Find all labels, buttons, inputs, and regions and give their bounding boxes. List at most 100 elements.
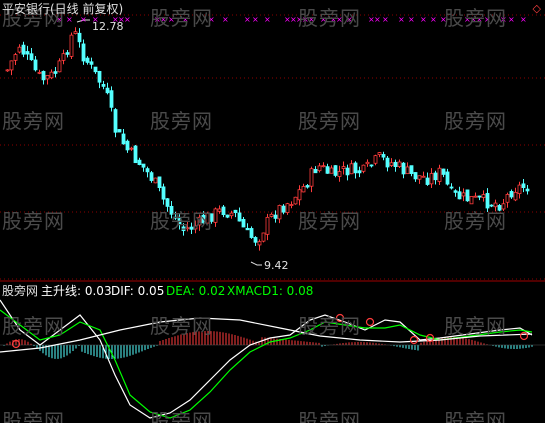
candle-body	[261, 232, 266, 242]
candle-body	[433, 172, 438, 181]
candle-body	[217, 208, 222, 212]
candle-body	[241, 218, 246, 228]
candle-body	[29, 53, 34, 61]
candle-body	[269, 213, 274, 217]
candle-body	[153, 177, 158, 184]
candle-body	[465, 189, 470, 202]
candle-body	[21, 44, 26, 55]
candle-body	[329, 167, 334, 174]
candle-body	[413, 172, 418, 180]
candle-body	[393, 161, 398, 168]
candle-body	[13, 54, 18, 61]
signal-marker: ×	[398, 15, 405, 24]
candle-body	[157, 176, 162, 189]
candle-body	[85, 57, 90, 63]
indicator-source: 股旁网	[2, 284, 39, 298]
candle-body	[305, 185, 310, 188]
candle-body	[477, 195, 482, 198]
candle-body	[381, 154, 386, 158]
candle-body	[429, 173, 434, 185]
candle-body	[233, 209, 238, 214]
diamond-icon[interactable]: ◇	[533, 2, 541, 15]
candle-body	[33, 59, 38, 71]
candle-body	[445, 171, 450, 185]
candle-body	[317, 165, 322, 172]
candle-body	[309, 168, 314, 187]
watermark: 股旁网	[298, 209, 361, 233]
watermark: 股旁网	[150, 209, 213, 233]
candle-body	[409, 165, 414, 174]
signal-marker: ×	[80, 15, 87, 24]
candle-body	[109, 90, 114, 108]
candle-body	[365, 161, 370, 165]
candle-body	[149, 172, 154, 181]
candle-body	[237, 212, 242, 222]
low-price-label: 9.42	[264, 259, 289, 272]
candle-body	[417, 175, 422, 180]
candle-body	[121, 133, 126, 145]
candle-body	[65, 52, 70, 55]
candle-body	[385, 157, 390, 168]
candle-body	[401, 162, 406, 175]
crossover-marker	[409, 335, 419, 345]
candle-body	[369, 164, 374, 167]
watermark: 股旁网	[2, 209, 65, 233]
candle-body	[213, 208, 218, 223]
candle-body	[453, 190, 458, 193]
candle-body	[61, 53, 66, 61]
signal-marker: ×	[430, 15, 437, 24]
signal-marker: ×	[408, 15, 415, 24]
signal-marker: ×	[66, 15, 73, 24]
watermark: 股旁网	[150, 314, 213, 338]
crossover-marker	[519, 331, 529, 341]
watermark: 股旁网	[298, 109, 361, 133]
xmacd1-label: XMACD1: 0.08	[227, 284, 314, 298]
candle-body	[101, 84, 106, 87]
candle-body	[461, 192, 466, 197]
crossover-marker	[365, 317, 375, 327]
watermark: 股旁网	[298, 314, 361, 338]
watermark: 股旁网	[2, 109, 65, 133]
watermark: 股旁网	[298, 409, 361, 423]
candle-body	[129, 147, 134, 150]
candle-body	[249, 228, 254, 238]
candle-body	[337, 171, 342, 177]
candle-body	[49, 71, 54, 79]
signal-marker: ×	[264, 15, 271, 24]
candle-body	[353, 162, 358, 174]
chart-window[interactable]: × × × × × × × × × × × × × × × × × × × × × × × × × × × × × × × × × × × × × × × ×…	[0, 0, 545, 423]
candle-body	[449, 186, 454, 189]
candle-body	[245, 227, 250, 231]
high-price-label: 12.78	[92, 20, 124, 33]
candle-body	[289, 204, 294, 206]
candle-body	[505, 194, 510, 203]
candle-body	[141, 163, 146, 168]
candle-body	[77, 32, 82, 43]
candle-body	[349, 163, 354, 175]
candle-body	[105, 87, 110, 94]
candle-body	[469, 196, 474, 205]
signal-marker: ×	[222, 15, 229, 24]
candle-body	[301, 186, 306, 193]
candle-body	[161, 186, 166, 200]
candle-body	[253, 237, 258, 243]
candle-body	[45, 75, 50, 80]
watermark: 股旁网	[298, 6, 361, 30]
candle-body	[437, 167, 442, 182]
candle-body	[293, 196, 298, 205]
low-price-pointer	[250, 261, 262, 266]
candle-body	[405, 166, 410, 175]
watermark: 股旁网	[444, 109, 507, 133]
main-rise-label: 主升线: 0.03	[41, 284, 112, 298]
candle-body	[509, 191, 514, 198]
candle-body	[93, 66, 98, 73]
candle-body	[517, 184, 522, 194]
candle-body	[89, 61, 94, 65]
watermark: 股旁网	[444, 314, 507, 338]
candle-body	[513, 191, 518, 201]
candle-body	[525, 188, 530, 192]
signal-marker: ×	[508, 15, 515, 24]
candle-body	[313, 168, 318, 174]
signal-marker: ×	[252, 15, 259, 24]
watermark: 股旁网	[150, 409, 213, 423]
